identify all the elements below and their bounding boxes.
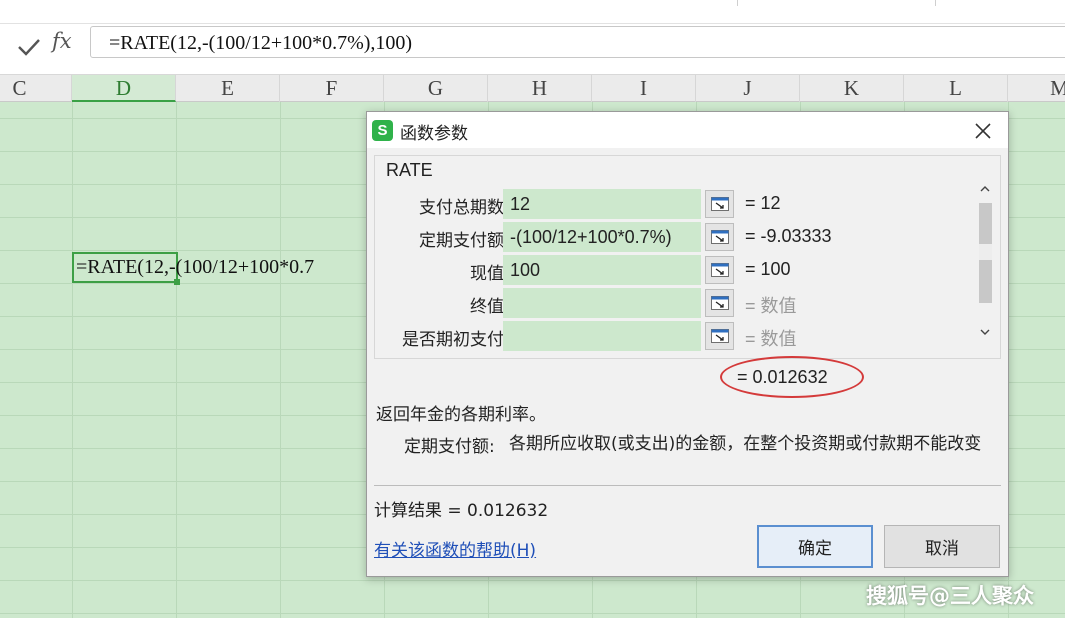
param-row-type: 是否期初支付 = 数值 — [375, 321, 1002, 351]
column-header-i[interactable]: I — [592, 75, 696, 102]
column-header-d[interactable]: D — [72, 75, 176, 102]
column-header-m[interactable]: M — [1008, 75, 1065, 102]
param-label: 支付总期数 — [419, 198, 504, 218]
column-header-g[interactable]: G — [384, 75, 488, 102]
calculation-result: 计算结果 = 0.012632 — [374, 501, 549, 521]
ok-button[interactable]: 确定 — [757, 525, 873, 568]
param-row-fv: 终值 = 数值 — [375, 288, 1002, 318]
column-headers: C D E F G H I J K L M — [0, 74, 1065, 102]
function-arguments-dialog: S 函数参数 RATE 支付总期数 = 12 定期支付额 = -9.03333 … — [366, 111, 1009, 577]
param-row-pv: 现值 = 100 — [375, 255, 1002, 285]
cell-reference-icon[interactable] — [705, 223, 734, 251]
checkmark-icon[interactable] — [14, 32, 44, 62]
chevron-down-icon[interactable] — [977, 324, 993, 340]
highlight-ellipse — [720, 356, 864, 398]
formula-text: =RATE(12,-(100/12+100*0.7%),100) — [109, 32, 413, 54]
cell-reference-icon[interactable] — [705, 190, 734, 218]
scrollbar-thumb[interactable] — [979, 244, 992, 260]
param-label: 定期支付额 — [419, 231, 504, 251]
formula-input[interactable]: =RATE(12,-(100/12+100*0.7%),100) — [90, 26, 1065, 58]
chevron-up-icon[interactable] — [977, 180, 993, 196]
param-input-pv[interactable] — [503, 255, 701, 285]
column-header-c[interactable]: C — [0, 75, 72, 102]
watermark: 搜狐号@三人聚众 — [866, 584, 1034, 608]
param-result: = 数值 — [745, 329, 797, 349]
help-link[interactable]: 有关该函数的帮助(H) — [374, 536, 536, 561]
param-row-nper: 支付总期数 = 12 — [375, 189, 1002, 219]
param-result: = 数值 — [745, 296, 797, 316]
param-input-fv[interactable] — [503, 288, 701, 318]
close-icon[interactable] — [972, 120, 994, 142]
param-label: 现值 — [470, 264, 504, 284]
function-name: RATE — [386, 160, 433, 180]
param-label: 终值 — [470, 297, 504, 317]
wps-logo-icon: S — [372, 120, 393, 141]
top-separator — [935, 0, 936, 6]
param-input-nper[interactable] — [503, 189, 701, 219]
dialog-titlebar[interactable]: S 函数参数 — [367, 112, 1008, 148]
formula-bar: fx =RATE(12,-(100/12+100*0.7%),100) — [0, 24, 1065, 74]
function-description: 返回年金的各期利率。 — [376, 405, 546, 425]
divider — [374, 485, 1001, 486]
column-header-k[interactable]: K — [800, 75, 904, 102]
param-result: = -9.03333 — [745, 226, 832, 246]
column-header-h[interactable]: H — [488, 75, 592, 102]
cell-reference-icon[interactable] — [705, 256, 734, 284]
param-result: = 100 — [745, 259, 791, 279]
column-header-j[interactable]: J — [696, 75, 800, 102]
cancel-button[interactable]: 取消 — [884, 525, 1000, 568]
param-label: 是否期初支付 — [402, 330, 504, 350]
parameters-group: RATE 支付总期数 = 12 定期支付额 = -9.03333 现值 = 10… — [374, 155, 1001, 359]
active-cell-content: =RATE(12,-(100/12+100*0.7 — [76, 256, 315, 278]
fill-handle[interactable] — [174, 279, 180, 285]
param-input-pmt[interactable] — [503, 222, 701, 252]
column-header-l[interactable]: L — [904, 75, 1008, 102]
dialog-title: 函数参数 — [400, 124, 468, 144]
param-input-type[interactable] — [503, 321, 701, 351]
argument-name: 定期支付额: — [404, 437, 495, 457]
param-result: = 12 — [745, 193, 781, 213]
column-header-e[interactable]: E — [176, 75, 280, 102]
cell-reference-icon[interactable] — [705, 289, 734, 317]
params-scrollbar[interactable] — [977, 184, 993, 338]
param-row-pmt: 定期支付额 = -9.03333 — [375, 222, 1002, 252]
top-strip — [0, 0, 1065, 24]
top-separator — [737, 0, 738, 6]
column-header-f[interactable]: F — [280, 75, 384, 102]
fx-label[interactable]: fx — [52, 29, 72, 53]
argument-description: 各期所应收取(或支出)的金额，在整个投资期或付款期不能改变 — [509, 434, 982, 454]
cell-reference-icon[interactable] — [705, 322, 734, 350]
